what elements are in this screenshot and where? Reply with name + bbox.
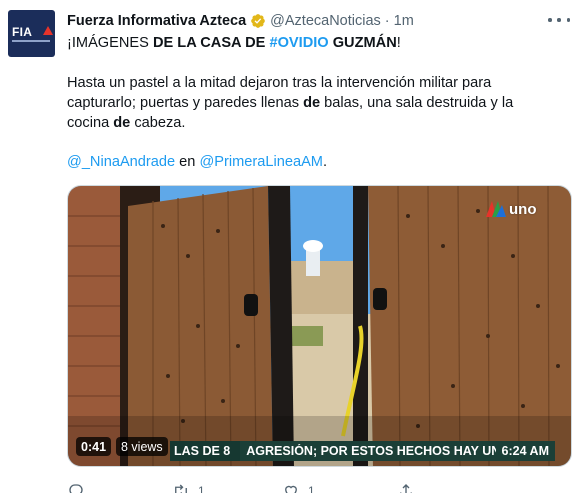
hashtag-link[interactable]: #OVIDIO [269, 35, 328, 51]
share-button[interactable] [397, 480, 502, 493]
tweet-timestamp[interactable]: 1m [394, 13, 414, 29]
mention-connector: en [175, 154, 200, 170]
reply-icon [69, 484, 83, 493]
avatar-logo-underline [12, 40, 50, 42]
body-text: capturarlo; puertas y paredes llenas [67, 95, 304, 111]
headline-part: ! [396, 35, 401, 51]
body-line: Hasta un pastel a la mitad dejaron tras … [67, 75, 492, 91]
retweet-icon [175, 484, 187, 493]
body-text: cocina [67, 115, 114, 131]
mention-link[interactable]: @PrimeraLineaAM [199, 154, 323, 170]
tweet-action-bar: 1 1 [67, 480, 572, 493]
mention-link[interactable]: @_NinaAndrade [67, 154, 175, 170]
tweet-body: Hasta un pastel a la mitad dejaron tras … [67, 73, 567, 133]
share-icon [400, 484, 412, 493]
avatar-logo-text: FIA [12, 25, 33, 39]
channel-logo-text: uno [509, 200, 537, 218]
ticker-segment: LAS DE 8 [170, 441, 241, 461]
video-frame [68, 186, 571, 466]
tweet-mentions: @_NinaAndrade en @PrimeraLineaAM. [67, 152, 567, 172]
headline-part: DE LA CASA DE [152, 35, 270, 51]
water-tower-top [303, 240, 323, 252]
author-handle[interactable]: @AztecaNoticias [270, 13, 381, 29]
headline-part: GUZMÁN [328, 35, 397, 51]
body-text-bold: de [303, 95, 321, 111]
heart-icon [285, 485, 297, 493]
mention-end: . [322, 154, 328, 170]
header-separator: · [384, 13, 390, 29]
channel-logo: uno [486, 200, 537, 218]
right-door-latch [373, 288, 387, 310]
tweet-header: Fuerza Informativa Azteca @AztecaNoticia… [67, 11, 414, 31]
video-duration-badge: 0:41 [76, 437, 112, 456]
headline-part: ¡IMÁGENES [67, 35, 153, 51]
video-player[interactable] [67, 185, 572, 467]
ticker-clock: 6:24 AM [501, 444, 549, 458]
verified-badge-icon[interactable] [250, 13, 266, 29]
left-door-latch [244, 294, 258, 316]
author-name[interactable]: Fuerza Informativa Azteca [67, 13, 246, 29]
more-options-icon[interactable] [548, 12, 570, 28]
like-button[interactable]: 1 [282, 480, 397, 493]
retweet-count: 1 [198, 484, 205, 493]
body-text: balas, una sala destruida y la [320, 95, 514, 111]
azteca-logo-icon [486, 201, 506, 217]
tweet-headline: ¡IMÁGENES DE LA CASA DE #OVIDIO GUZMÁN! [67, 33, 567, 53]
distant-building [283, 261, 363, 321]
avatar-logo-triangle [43, 26, 53, 35]
retweet-button[interactable]: 1 [172, 480, 282, 493]
video-views-badge: 8 views [116, 437, 168, 456]
body-text-bold: de [113, 115, 131, 131]
ticker-text: AGRESIÓN; POR ESTOS HECHOS HAY UNA PERSO… [246, 444, 495, 458]
like-count: 1 [308, 484, 315, 493]
news-ticker: LAS DE 8 AGRESIÓN; POR ESTOS HECHOS HAY … [170, 441, 555, 461]
reply-button[interactable] [67, 480, 172, 493]
author-avatar[interactable]: FIA [8, 10, 55, 57]
body-text: cabeza. [130, 115, 186, 131]
